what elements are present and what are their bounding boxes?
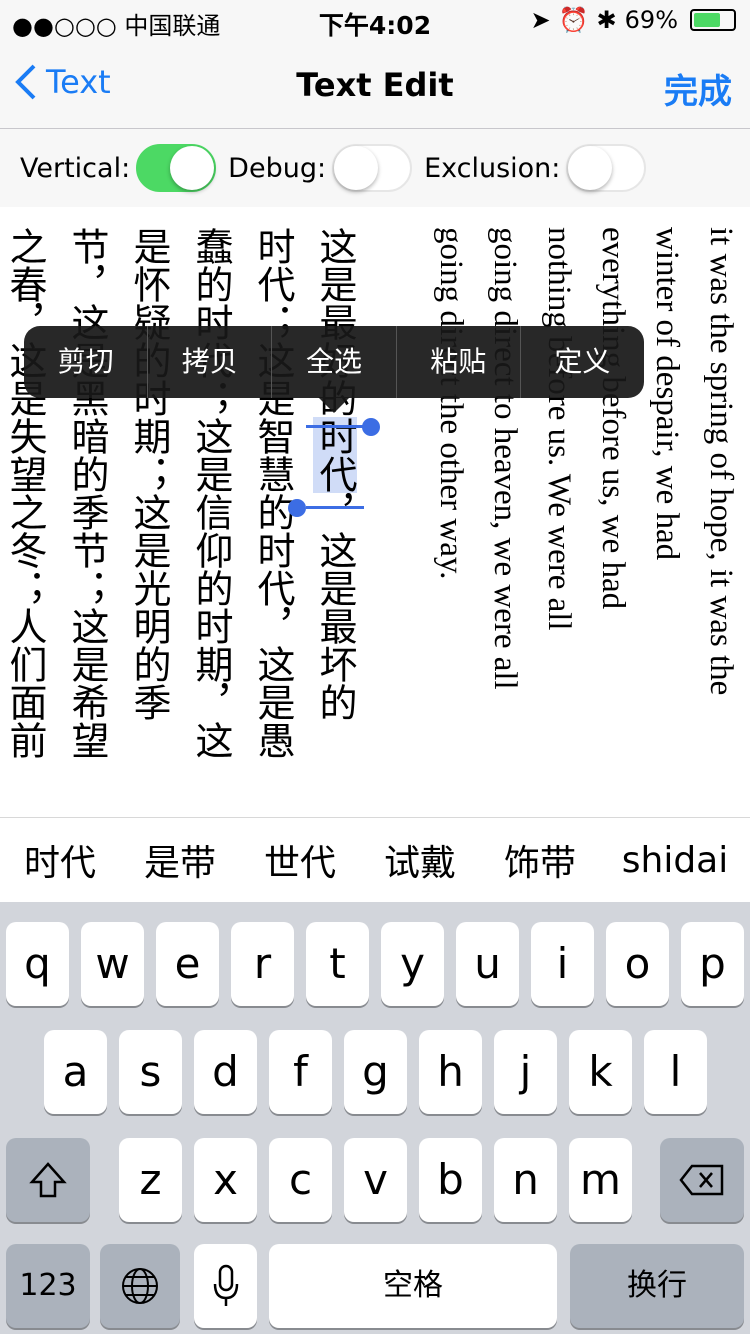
text-column: 蠢的时代；这是信仰的时期，这 <box>189 227 233 759</box>
candidate-item[interactable]: shidai <box>600 840 750 881</box>
key-q[interactable]: q <box>6 922 69 1006</box>
candidate-item[interactable]: 时代 <box>0 834 120 886</box>
key-l[interactable]: l <box>644 1030 707 1114</box>
selection-end-handle[interactable] <box>288 499 306 517</box>
vertical-label: Vertical: <box>20 152 131 184</box>
selection-end-bar <box>306 506 364 509</box>
selected-text[interactable]: 时代 <box>313 417 357 493</box>
exclusion-switch[interactable] <box>566 144 647 192</box>
vertical-option: Vertical: <box>20 144 217 192</box>
key-o[interactable]: o <box>606 922 669 1006</box>
done-button[interactable]: 完成 <box>664 64 732 113</box>
globe-key[interactable] <box>100 1244 180 1328</box>
page-title: Text Edit <box>296 66 454 104</box>
key-b[interactable]: b <box>419 1138 482 1222</box>
status-right: ➤ ⏰ ✱ 69% <box>531 6 736 34</box>
text-after-selection: ，这是最坏的 <box>313 493 357 721</box>
key-m[interactable]: m <box>569 1138 632 1222</box>
switch-knob <box>568 146 613 190</box>
edit-context-menu: 剪切 拷贝 全选 粘贴 定义 <box>24 326 644 398</box>
text-column: 时代；这是智慧的时代，这是愚 <box>251 227 295 759</box>
text-column: going direct the other way. <box>433 227 469 580</box>
battery-icon <box>690 9 736 31</box>
bluetooth-icon: ✱ <box>596 6 617 34</box>
candidate-item[interactable]: 是带 <box>120 834 240 886</box>
return-key[interactable]: 换行 <box>570 1244 744 1328</box>
navigation-bar: Text Text Edit 完成 <box>0 40 750 129</box>
space-key[interactable]: 空格 <box>269 1244 557 1328</box>
key-r[interactable]: r <box>231 922 294 1006</box>
battery-percent: 69% <box>624 6 678 34</box>
microphone-key[interactable] <box>194 1244 257 1328</box>
key-a[interactable]: a <box>44 1030 107 1114</box>
battery-fill <box>694 13 721 27</box>
menu-select-all[interactable]: 全选 <box>272 326 397 398</box>
candidate-item[interactable]: 饰带 <box>480 834 600 886</box>
location-icon: ➤ <box>530 6 551 34</box>
key-c[interactable]: c <box>269 1138 332 1222</box>
menu-arrow <box>318 397 350 413</box>
debug-switch[interactable] <box>332 144 413 192</box>
key-v[interactable]: v <box>344 1138 407 1222</box>
candidate-item[interactable]: 试戴 <box>360 834 480 886</box>
text-column: 是怀疑的时期；这是光明的季 <box>127 227 171 721</box>
switch-knob <box>170 146 215 190</box>
exclusion-option: Exclusion: <box>424 144 647 192</box>
keyboard: q w e r t y u i o p a s d f g h j k l z … <box>0 902 750 1334</box>
key-n[interactable]: n <box>494 1138 557 1222</box>
numbers-key[interactable]: 123 <box>6 1244 90 1328</box>
options-bar: Vertical: Debug: Exclusion: <box>0 129 750 207</box>
key-d[interactable]: d <box>194 1030 257 1114</box>
microphone-icon <box>213 1264 238 1306</box>
text-column: everything before us, we had <box>595 227 631 610</box>
menu-paste[interactable]: 粘贴 <box>397 326 521 398</box>
text-column: 之春，这是失望之冬；人们面前 <box>3 227 47 759</box>
key-k[interactable]: k <box>569 1030 632 1114</box>
backspace-icon <box>679 1164 724 1196</box>
shift-icon <box>29 1162 67 1198</box>
text-column: it was the spring of hope, it was the <box>703 227 739 696</box>
debug-label: Debug: <box>228 152 327 184</box>
globe-icon <box>122 1268 158 1304</box>
key-t[interactable]: t <box>306 922 369 1006</box>
key-w[interactable]: w <box>81 922 144 1006</box>
text-column: nothing before us. We were all <box>541 227 577 631</box>
key-s[interactable]: s <box>119 1030 182 1114</box>
selection-start-bar <box>306 425 364 428</box>
text-column: winter of despair, we had <box>649 227 685 561</box>
candidate-item[interactable]: 世代 <box>240 834 360 886</box>
delete-key[interactable] <box>660 1138 744 1222</box>
key-z[interactable]: z <box>119 1138 182 1222</box>
key-j[interactable]: j <box>494 1030 557 1114</box>
key-u[interactable]: u <box>456 922 519 1006</box>
selection-start-handle[interactable] <box>362 418 380 436</box>
menu-define[interactable]: 定义 <box>521 326 644 398</box>
key-e[interactable]: e <box>156 922 219 1006</box>
shift-key[interactable] <box>6 1138 90 1222</box>
text-column-selected: 这是最好的时代，这是最坏的 <box>304 227 366 721</box>
key-h[interactable]: h <box>419 1030 482 1114</box>
exclusion-label: Exclusion: <box>424 152 561 184</box>
key-f[interactable]: f <box>269 1030 332 1114</box>
menu-cut[interactable]: 剪切 <box>24 326 149 398</box>
switch-knob <box>334 146 379 190</box>
text-column: 节，这是黑暗的季节；这是希望 <box>65 227 109 759</box>
status-bar: ●●○○○ 中国联通 下午4:02 ➤ ⏰ ✱ 69% <box>0 0 750 40</box>
key-p[interactable]: p <box>681 922 744 1006</box>
key-y[interactable]: y <box>381 922 444 1006</box>
key-g[interactable]: g <box>344 1030 407 1114</box>
text-column: going direct to heaven, we were all <box>487 227 523 690</box>
vertical-switch[interactable] <box>136 144 217 192</box>
key-x[interactable]: x <box>194 1138 257 1222</box>
key-i[interactable]: i <box>531 922 594 1006</box>
candidate-bar: 时代 是带 世代 试戴 饰带 shidai <box>0 817 750 903</box>
debug-option: Debug: <box>228 144 413 192</box>
alarm-icon: ⏰ <box>558 6 589 34</box>
text-editor[interactable]: it was the spring of hope, it was the wi… <box>0 207 750 817</box>
menu-copy[interactable]: 拷贝 <box>148 326 273 398</box>
